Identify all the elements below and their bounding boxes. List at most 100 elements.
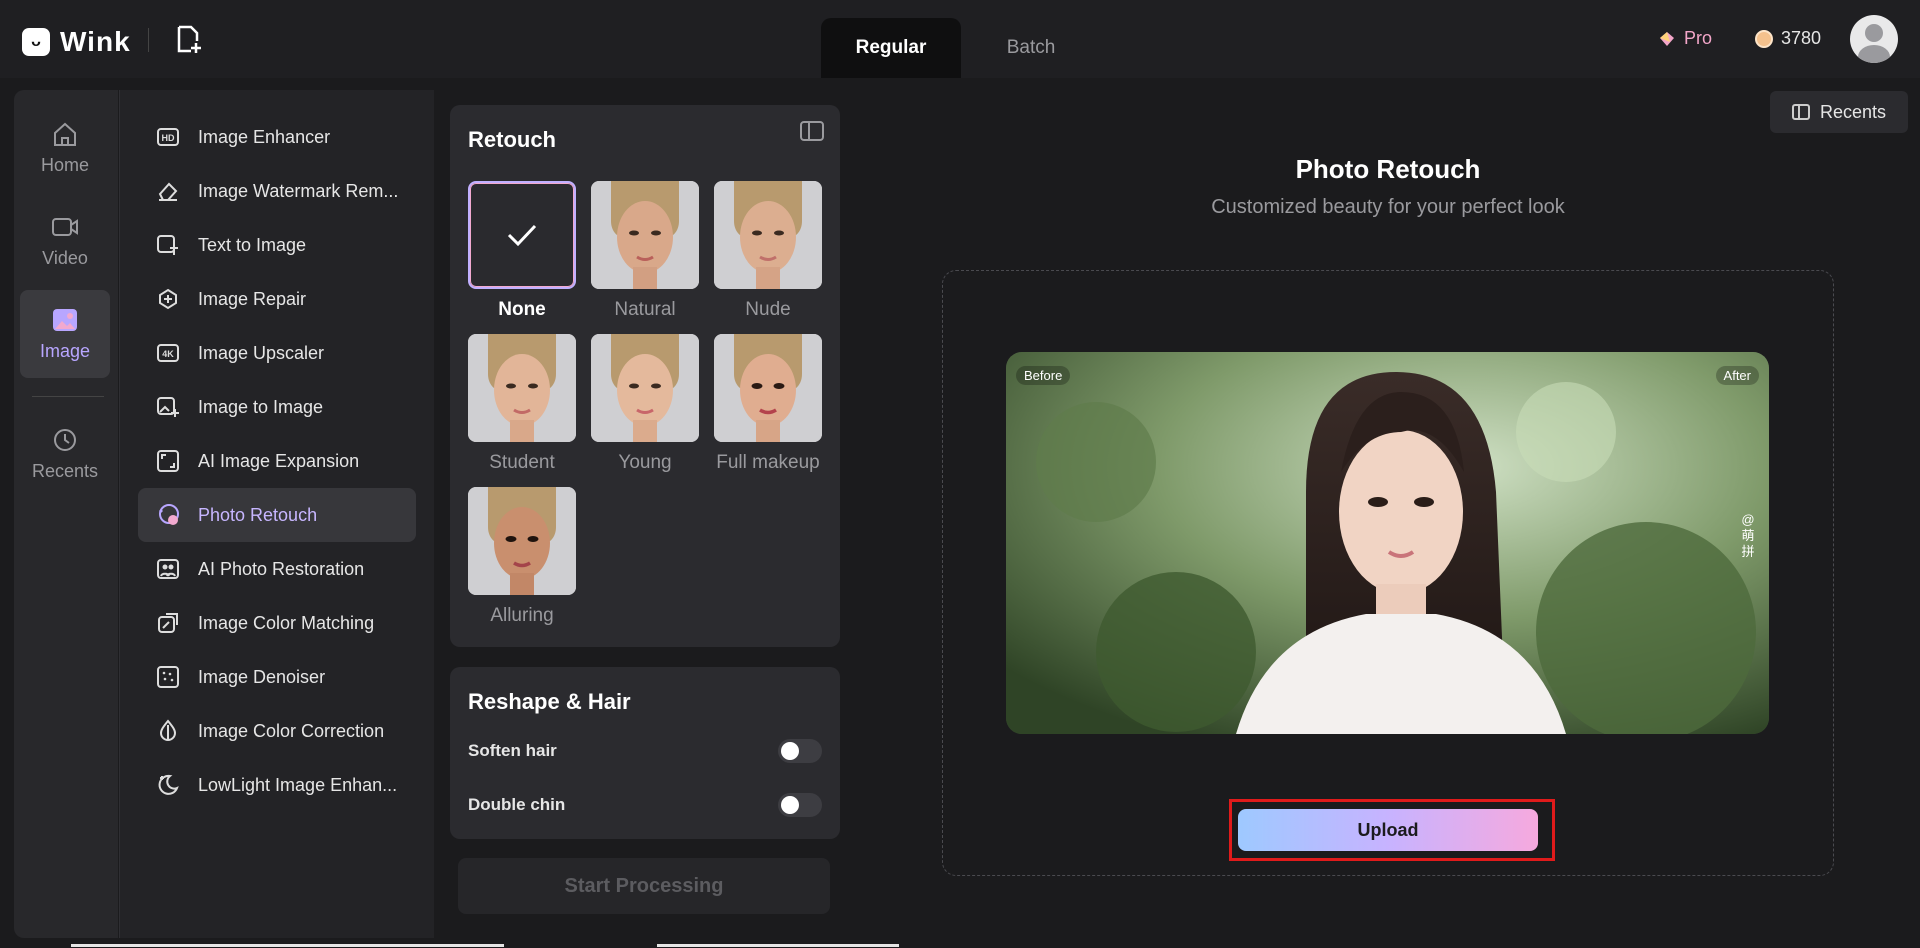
tool-label: Photo Retouch [198,504,318,525]
style-label: Young [618,452,672,473]
hd-icon: HD [157,128,179,146]
tool-image-to-image[interactable]: Image to Image [138,380,416,434]
option-label: Double chin [468,795,566,814]
upload-button[interactable]: Upload [1238,809,1538,851]
nav-home-label: Home [40,154,89,175]
soften-hair-toggle[interactable] [778,739,822,763]
tool-image-color-correction[interactable]: Image Color Correction [138,704,416,758]
face-preview-icon [591,181,699,289]
denoise-icon [157,666,179,688]
color-correct-icon [159,719,177,741]
wink-logo-icon: ᴗ [22,28,50,56]
style-thumb [468,334,576,442]
tool-label: Image Enhancer [198,126,331,147]
watermark-text: @ 萌 拼 [1741,512,1755,559]
tool-image-denoiser[interactable]: Image Denoiser [138,650,416,704]
tool-label: Image Upscaler [198,342,325,363]
tool-label: Image Denoiser [198,666,326,687]
style-thumb [591,334,699,442]
start-processing-button[interactable]: Start Processing [458,858,830,914]
app-logo[interactable]: ᴗ Wink [22,26,131,58]
nav-home[interactable]: Home [20,104,110,192]
tool-image-enhancer[interactable]: HD Image Enhancer [138,110,416,164]
tool-label: Text to Image [198,234,307,255]
tool-label: Image Color Matching [198,612,375,633]
style-label: Alluring [490,605,554,626]
avatar[interactable] [1850,15,1898,63]
horizontal-scrollbar[interactable] [71,944,504,947]
tool-label: Image to Image [198,396,324,417]
retouch-icon [159,504,179,525]
tool-label: Image Repair [198,288,307,309]
double-chin-toggle[interactable] [778,793,822,817]
style-label: Natural [614,299,676,320]
nav-video-label: Video [42,247,88,268]
left-nav: Home Video Image Recents [14,90,118,938]
4k-icon: 4K [157,344,179,362]
image-icon [53,308,77,331]
check-icon [507,224,537,247]
pro-button[interactable]: Pro [1658,28,1712,49]
style-student[interactable]: Student [468,334,576,474]
tab-batch[interactable]: Batch [961,18,1101,78]
horizontal-scrollbar[interactable] [657,944,899,947]
option-soften-hair: Soften hair [468,739,822,763]
style-full-makeup[interactable]: Full makeup [714,334,822,474]
tool-watermark-remover[interactable]: Image Watermark Rem... [138,164,416,218]
svg-text:HD: HD [162,133,175,143]
reshape-panel: Reshape & Hair Soften hair Double chin [450,667,840,839]
nav-image[interactable]: Image [20,290,110,378]
tool-label: Image Watermark Rem... [198,180,399,201]
style-thumb [591,181,699,289]
style-thumb [714,181,822,289]
tool-image-upscaler[interactable]: 4K Image Upscaler [138,326,416,380]
nav-video[interactable]: Video [20,197,110,285]
pro-diamond-icon [1660,31,1674,46]
text-image-icon [157,235,178,255]
restore-icon [157,559,179,579]
face-preview-icon [714,181,822,289]
app-name: Wink [60,26,131,57]
style-natural[interactable]: Natural [591,181,699,321]
tab-regular[interactable]: Regular [821,18,961,78]
tool-photo-retouch[interactable]: Photo Retouch [138,488,416,542]
tool-ai-photo-restoration[interactable]: AI Photo Restoration [138,542,416,596]
recents-button[interactable]: Recents [1770,91,1908,133]
face-preview-icon [468,334,576,442]
portrait-sample-image [1006,352,1769,734]
style-nude[interactable]: Nude [714,181,822,321]
style-young[interactable]: Young [591,334,699,474]
tool-label: LowLight Image Enhan... [198,774,398,795]
tool-ai-image-expansion[interactable]: AI Image Expansion [138,434,416,488]
retouch-title: Retouch [468,127,556,152]
face-preview-icon [591,334,699,442]
collapse-panel-icon[interactable] [800,121,824,141]
tool-image-repair[interactable]: Image Repair [138,272,416,326]
repair-icon [159,288,177,310]
home-icon [54,122,76,146]
tool-lowlight-enhancer[interactable]: LowLight Image Enhan... [138,758,416,812]
option-double-chin: Double chin [468,793,822,817]
coin-count: 3780 [1781,28,1822,48]
image-plus-icon [157,397,179,417]
video-icon [52,217,78,236]
eraser-icon [158,182,178,201]
face-preview-icon [468,487,576,595]
divider [148,28,149,52]
top-bar: ᴗ Wink Regular Batch Pro 3780 [0,0,1920,78]
nav-recents[interactable]: Recents [20,410,110,498]
expand-icon [157,450,179,472]
tool-text-to-image[interactable]: Text to Image [138,218,416,272]
tools-list: HD Image Enhancer Image Watermark Rem...… [119,90,434,938]
new-file-icon[interactable] [175,25,203,55]
style-alluring[interactable]: Alluring [468,487,576,627]
tool-image-color-matching[interactable]: Image Color Matching [138,596,416,650]
tool-label: AI Photo Restoration [198,558,365,579]
nav-divider [32,396,104,397]
retouch-panel: Retouch None Natural Nude Student Young … [450,105,840,647]
coin-balance[interactable]: 3780 [1755,28,1821,49]
pro-label: Pro [1684,28,1713,48]
style-none[interactable]: None [468,181,576,321]
recents-label: Recents [1819,101,1887,122]
style-label: None [498,299,546,320]
